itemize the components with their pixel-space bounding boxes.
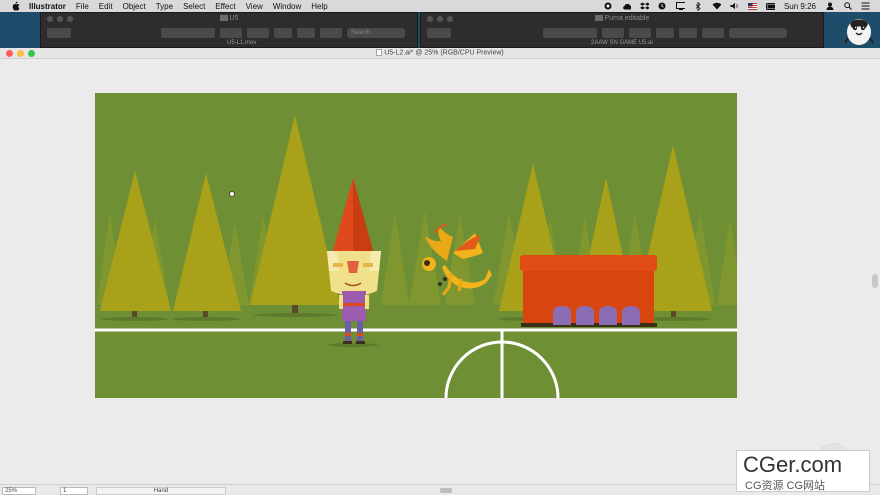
zoom-level-field[interactable]: 25% bbox=[2, 487, 36, 495]
clock-icon[interactable] bbox=[658, 2, 667, 10]
action-button[interactable] bbox=[247, 28, 269, 38]
menu-object[interactable]: Object bbox=[123, 2, 146, 11]
document-title-bar[interactable]: U5-L2.ai* @ 25% (RGB/CPU Preview) bbox=[0, 48, 880, 59]
document-title: U5-L2.ai* @ 25% (RGB/CPU Preview) bbox=[0, 49, 880, 56]
wifi-icon[interactable] bbox=[712, 2, 721, 10]
action-button[interactable] bbox=[629, 28, 651, 38]
share-button[interactable] bbox=[274, 28, 292, 38]
tags-button[interactable] bbox=[679, 28, 697, 38]
dropbox-button[interactable] bbox=[702, 28, 724, 38]
view-mode-buttons[interactable] bbox=[543, 28, 597, 38]
artboard[interactable] bbox=[95, 93, 737, 398]
display-icon[interactable] bbox=[675, 2, 685, 10]
menu-type[interactable]: Type bbox=[156, 2, 173, 11]
menubar-clock[interactable]: Sun 9:26 bbox=[784, 2, 816, 11]
window-title-text: Puma editable bbox=[604, 15, 650, 22]
finder-window-u5[interactable]: U5 Search U5-L1.mov bbox=[40, 12, 418, 48]
volume-icon[interactable] bbox=[730, 2, 739, 10]
file-row[interactable]: U5-L1.mov bbox=[227, 40, 256, 46]
finder-window-puma[interactable]: Puma editable 2AAW SN GAME U5.ai bbox=[420, 12, 824, 48]
canvas-area[interactable] bbox=[0, 59, 880, 484]
window-title: Puma editable bbox=[421, 15, 823, 22]
document-icon bbox=[376, 49, 383, 56]
team-bench bbox=[520, 255, 657, 327]
user-icon[interactable] bbox=[825, 2, 834, 10]
tags-button[interactable] bbox=[297, 28, 315, 38]
menu-edit[interactable]: Edit bbox=[99, 2, 113, 11]
record-icon[interactable] bbox=[604, 2, 613, 10]
battery-icon[interactable] bbox=[765, 2, 775, 10]
hand-cursor-icon bbox=[229, 191, 235, 197]
menu-bar: Illustrator File Edit Object Type Select… bbox=[0, 0, 880, 12]
watermark-subtitle: CG资源 CG网站 bbox=[745, 480, 826, 492]
cloud-icon[interactable] bbox=[622, 2, 631, 10]
back-forward-buttons[interactable] bbox=[427, 28, 451, 38]
menu-view[interactable]: View bbox=[246, 2, 263, 11]
artboard-illustration bbox=[95, 93, 737, 398]
menu-help[interactable]: Help bbox=[311, 2, 327, 11]
bluetooth-icon[interactable] bbox=[694, 1, 703, 11]
flag-icon[interactable] bbox=[747, 2, 757, 10]
window-title-text: U5 bbox=[229, 15, 239, 22]
status-menus: Sun 9:26 bbox=[604, 0, 870, 12]
arrange-button[interactable] bbox=[220, 28, 242, 38]
menu-window[interactable]: Window bbox=[273, 2, 301, 11]
finder-toolbar bbox=[427, 27, 817, 39]
apple-icon[interactable] bbox=[11, 1, 21, 11]
watermark-logo: CGer.com CG资源 CG网站 bbox=[736, 450, 870, 492]
view-mode-buttons[interactable] bbox=[161, 28, 215, 38]
vertical-scrollbar-thumb[interactable] bbox=[872, 274, 878, 288]
spotlight-icon[interactable] bbox=[843, 2, 852, 10]
dropbox-icon[interactable] bbox=[639, 2, 649, 10]
penguin-avatar-icon bbox=[844, 14, 874, 46]
watermark-title: CGer.com bbox=[743, 452, 843, 477]
menu-effect[interactable]: Effect bbox=[215, 2, 235, 11]
notification-center-icon[interactable] bbox=[861, 2, 870, 10]
horizontal-scrollbar-thumb[interactable] bbox=[440, 488, 452, 493]
document-title-text: U5-L2.ai* @ 25% (RGB/CPU Preview) bbox=[384, 49, 504, 57]
share-button[interactable] bbox=[656, 28, 674, 38]
dropbox-button[interactable] bbox=[320, 28, 342, 38]
back-forward-buttons[interactable] bbox=[47, 28, 71, 38]
menu-file[interactable]: File bbox=[76, 2, 89, 11]
finder-toolbar: Search bbox=[47, 27, 411, 39]
artboard-navigation-field[interactable]: 1 bbox=[60, 487, 88, 495]
arrange-button[interactable] bbox=[602, 28, 624, 38]
current-tool-indicator[interactable]: Hand bbox=[96, 487, 226, 495]
window-title: U5 bbox=[41, 15, 417, 22]
search-field[interactable] bbox=[729, 28, 787, 38]
menu-select[interactable]: Select bbox=[183, 2, 205, 11]
file-row[interactable]: 2AAW SN GAME U5.ai bbox=[591, 40, 653, 46]
search-field[interactable]: Search bbox=[347, 28, 405, 38]
illustrator-document-window: U5-L2.ai* @ 25% (RGB/CPU Preview) 25% 1 … bbox=[0, 48, 880, 495]
menu-app-name[interactable]: Illustrator bbox=[29, 2, 66, 11]
